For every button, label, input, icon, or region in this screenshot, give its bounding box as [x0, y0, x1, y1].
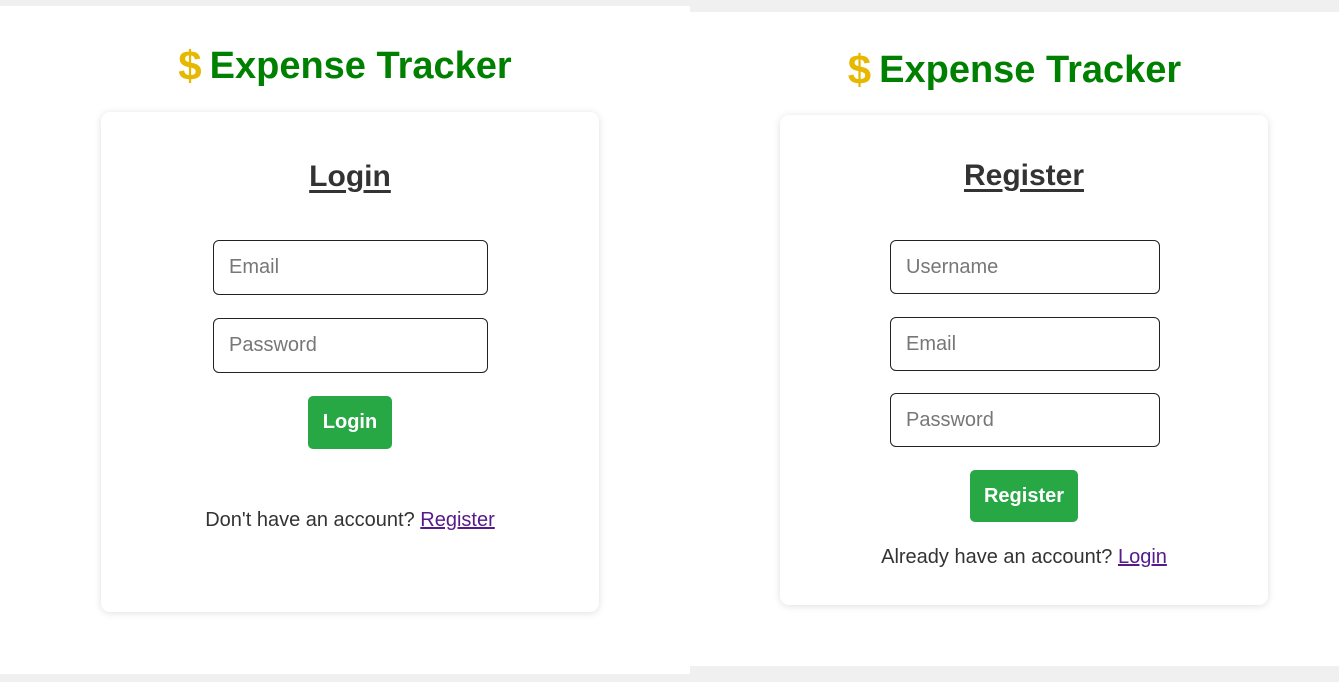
dollar-icon: $: [178, 42, 202, 89]
login-password-input[interactable]: [213, 318, 488, 373]
register-email-input[interactable]: [890, 317, 1160, 371]
login-card: Login Login Don't have an account? Regis…: [101, 112, 599, 612]
app-title-text: Expense Tracker: [209, 45, 512, 87]
register-link[interactable]: Register: [420, 509, 494, 531]
register-card: Register Register Already have an accoun…: [780, 115, 1268, 605]
register-password-input[interactable]: [890, 393, 1160, 447]
register-footer: Already have an account? Login: [780, 546, 1268, 569]
login-footer-prompt: Don't have an account?: [205, 509, 415, 531]
register-username-input[interactable]: [890, 240, 1160, 294]
login-link[interactable]: Login: [1118, 546, 1167, 568]
register-panel: $Expense Tracker Register Register Alrea…: [690, 12, 1339, 666]
login-email-input[interactable]: [213, 240, 488, 295]
app-title: $ Expense Tracker: [690, 46, 1339, 94]
login-heading: Login: [309, 160, 391, 193]
register-button[interactable]: Register: [970, 470, 1078, 522]
login-footer: Don't have an account? Register: [101, 509, 599, 532]
app-title: $ Expense Tracker: [0, 42, 690, 90]
dollar-icon: $: [847, 46, 872, 93]
app-title-text: Expense Tracker: [879, 49, 1182, 91]
register-heading: Register: [963, 159, 1085, 192]
login-button[interactable]: Login: [308, 396, 392, 449]
register-footer-prompt: Already have an account?: [881, 546, 1113, 568]
login-panel: $Expense Tracker Login Login Don't have …: [0, 6, 690, 674]
